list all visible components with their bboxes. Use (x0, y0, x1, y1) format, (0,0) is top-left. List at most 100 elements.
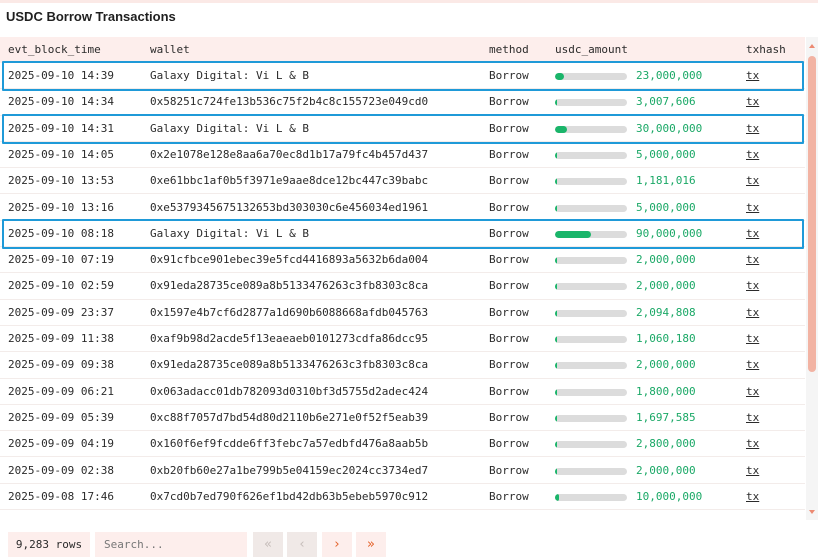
row-wallet: 0xb20fb60e27a1be799b5e04159ec2024cc3734e… (150, 463, 429, 477)
tx-link[interactable]: tx (746, 379, 759, 405)
tx-link[interactable]: tx (746, 221, 759, 247)
amount-bar-fill (555, 73, 565, 80)
amount-bar (555, 467, 627, 475)
table-row: 2025-09-09 02:38 0xb20fb60e27a1be799b5e04… (0, 458, 805, 484)
tx-link[interactable]: tx (746, 431, 759, 457)
chevron-right-icon: › (334, 537, 340, 552)
table-row: 2025-09-10 14:05 0x2e1078e128e8aa6a70ec8d… (0, 142, 805, 169)
row-method: Borrow (489, 69, 529, 82)
row-amount: 90,000,000 (636, 226, 703, 240)
row-method: Borrow (489, 437, 529, 451)
row-wallet: Galaxy Digital: Vi L & B (150, 121, 309, 135)
row-method: Borrow (489, 253, 529, 267)
row-wallet: Galaxy Digital: Vi L & B (150, 69, 309, 82)
tx-link[interactable]: tx (746, 352, 759, 378)
table-row: 2025-09-09 05:39 0xc88f7057d7bd54d80d2110… (0, 405, 805, 432)
row-amount: 3,007,606 (636, 95, 696, 109)
amount-bar (555, 362, 627, 370)
column-header-amount[interactable]: usdc_amount (555, 37, 628, 63)
row-method: Borrow (489, 147, 529, 161)
amount-bar-fill (555, 467, 558, 475)
table-row: 2025-09-08 17:46 0x7cd0b7ed790f626ef1bd42… (0, 484, 805, 511)
table-row: 2025-09-09 11:38 0xaf9b98d2acde5f13eaeaeb… (0, 326, 805, 353)
scroll-up-arrow-icon[interactable] (809, 44, 815, 48)
amount-bar (555, 414, 627, 422)
amount-bar-fill (555, 151, 558, 159)
amount-bar (555, 99, 627, 107)
row-amount: 30,000,000 (636, 121, 703, 135)
tx-link[interactable]: tx (746, 63, 759, 89)
row-time: 2025-09-09 04:19 (8, 437, 114, 451)
row-wallet: 0x7cd0b7ed790f626ef1bd42db63b5ebeb5970c9… (150, 489, 429, 503)
table-footer: 9,283 rows « ‹ › » (0, 528, 818, 559)
search-input[interactable] (95, 532, 247, 557)
last-page-button[interactable]: » (356, 532, 386, 557)
double-chevron-left-icon: « (264, 537, 272, 552)
tx-link[interactable]: tx (746, 168, 759, 194)
row-wallet: 0x91eda28735ce089a8b5133476263c3fb8303c8… (150, 358, 429, 372)
row-amount: 2,000,000 (636, 253, 696, 267)
row-method: Borrow (489, 384, 529, 398)
tx-link[interactable]: tx (746, 484, 759, 510)
tx-link[interactable]: tx (746, 89, 759, 115)
column-header-time[interactable]: evt_block_time (8, 37, 101, 63)
tx-link[interactable]: tx (746, 142, 759, 168)
row-time: 2025-09-10 14:34 (8, 95, 114, 109)
row-method: Borrow (489, 121, 529, 135)
amount-bar (555, 309, 627, 317)
row-amount: 1,800,000 (636, 384, 696, 398)
amount-bar (555, 493, 627, 501)
row-amount: 1,697,585 (636, 410, 696, 424)
amount-bar (555, 388, 627, 396)
scroll-down-arrow-icon[interactable] (809, 510, 815, 514)
column-header-wallet[interactable]: wallet (150, 37, 190, 63)
column-header-method[interactable]: method (489, 37, 529, 63)
row-time: 2025-09-10 14:31 (8, 121, 114, 135)
prev-page-button[interactable]: ‹ (287, 532, 317, 557)
amount-bar (555, 73, 627, 80)
column-header-txhash[interactable]: txhash (746, 37, 786, 63)
amount-bar-fill (555, 283, 558, 291)
amount-bar-fill (555, 257, 558, 265)
amount-bar (555, 204, 627, 212)
amount-bar-fill (555, 493, 560, 501)
tx-link[interactable]: tx (746, 326, 759, 352)
amount-bar (555, 178, 627, 186)
tx-link[interactable]: tx (746, 247, 759, 273)
amount-bar-fill (555, 309, 558, 317)
row-amount: 2,000,000 (636, 463, 696, 477)
row-time: 2025-09-10 14:05 (8, 147, 114, 161)
amount-bar-fill (555, 230, 591, 238)
tx-link[interactable]: tx (746, 300, 759, 326)
next-page-button[interactable]: › (322, 532, 352, 557)
tx-link[interactable]: tx (746, 458, 759, 484)
row-amount: 2,800,000 (636, 437, 696, 451)
tx-link[interactable]: tx (746, 273, 759, 299)
row-wallet: 0x91eda28735ce089a8b5133476263c3fb8303c8… (150, 279, 429, 293)
row-time: 2025-09-09 11:38 (8, 332, 114, 345)
row-amount: 10,000,000 (636, 489, 703, 503)
row-amount: 5,000,000 (636, 200, 696, 214)
table-row: 2025-09-09 04:19 0x160f6ef9fcdde6ff3febc7… (0, 431, 805, 458)
amount-bar (555, 151, 627, 159)
row-wallet: 0xaf9b98d2acde5f13eaeaeb0101273cdfa86dcc… (150, 332, 429, 345)
row-method: Borrow (489, 95, 529, 109)
table-row: 2025-09-10 14:39 Galaxy Digital: Vi L & B… (0, 63, 805, 90)
row-wallet: 0x91cfbce901ebec39e5fcd4416893a5632b6da0… (150, 253, 429, 267)
table-row: 2025-09-10 13:16 0xe5379345675132653bd303… (0, 195, 805, 221)
row-amount: 2,094,808 (636, 305, 696, 319)
chevron-left-icon: ‹ (299, 537, 305, 552)
row-method: Borrow (489, 279, 529, 293)
table-header: evt_block_time wallet method usdc_amount… (0, 37, 805, 63)
scrollbar-thumb[interactable] (808, 56, 816, 372)
row-wallet: 0xe61bbc1af0b5f3971e9aae8dce12bc447c39ba… (150, 174, 429, 188)
tx-link[interactable]: tx (746, 195, 759, 221)
amount-bar-fill (555, 441, 558, 449)
row-time: 2025-09-09 23:37 (8, 305, 114, 319)
tx-link[interactable]: tx (746, 116, 759, 142)
row-amount: 2,000,000 (636, 279, 696, 293)
tx-link[interactable]: tx (746, 405, 759, 431)
first-page-button[interactable]: « (253, 532, 283, 557)
row-wallet: 0x063adacc01db782093d0310bf3d5755d2adec4… (150, 384, 429, 398)
amount-bar-fill (555, 178, 558, 186)
